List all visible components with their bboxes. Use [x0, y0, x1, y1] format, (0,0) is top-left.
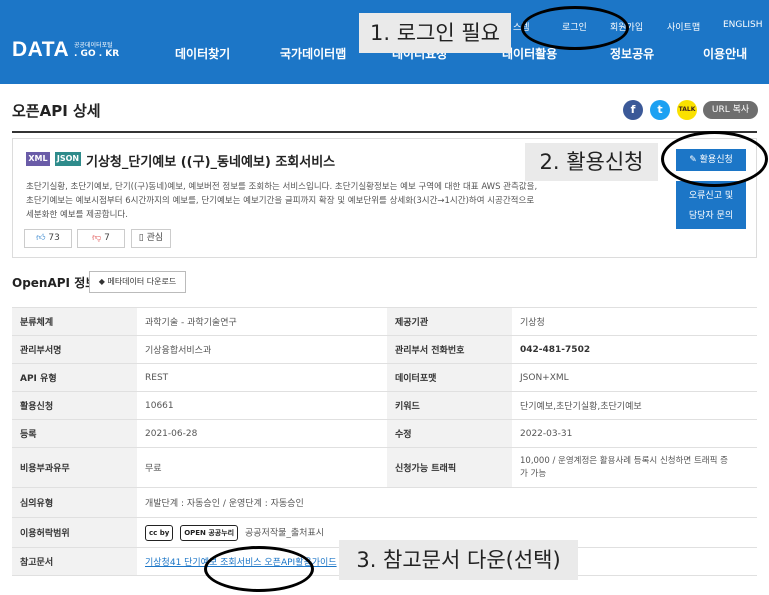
row-value: 10661	[137, 391, 387, 420]
row-value: 무료	[137, 447, 387, 488]
row-value: 2022-03-31	[512, 419, 757, 448]
open-license-icon: OPEN 공공누리	[180, 524, 239, 541]
like-count: 73	[48, 233, 60, 243]
row-label: 비용부과유무	[12, 447, 137, 488]
annotation-step-3: 3. 참고문서 다운(선택)	[339, 540, 578, 580]
title-divider	[12, 131, 757, 133]
tag-icon: ◆	[98, 277, 105, 286]
row-label: 활용신청	[12, 391, 137, 420]
row-label: API 유형	[12, 363, 137, 392]
table-row: API 유형 REST 데이터포맷 JSON+XML	[12, 363, 757, 392]
json-badge: JSON	[55, 152, 81, 166]
row-value: 과학기술 - 과학기술연구	[137, 307, 387, 336]
nav-info-share[interactable]: 정보공유	[610, 45, 654, 62]
row-value: 기상청	[512, 307, 757, 336]
row-label: 참고문서	[12, 547, 137, 576]
row-label: 신청가능 트래픽	[387, 447, 512, 488]
row-label: 데이터포맷	[387, 363, 512, 392]
row-value: 042-481-7502	[512, 335, 757, 364]
row-label: 키워드	[387, 391, 512, 420]
thumbs-down-icon: 👎︎	[92, 233, 102, 243]
report-label-line-2: 담당자 문의	[688, 211, 734, 221]
site-logo[interactable]: DATA 공공데이터포털 . GO . KR	[12, 38, 119, 62]
table-row: 관리부서명 기상융합서비스과 관리부서 전화번호 042-481-7502	[12, 335, 757, 364]
facebook-share-icon[interactable]: f	[623, 100, 643, 120]
row-value: 2021-06-28	[137, 419, 387, 448]
table-row: 비용부과유무 무료 신청가능 트래픽 10,000 / 운영계정은 활용사례 등…	[12, 447, 757, 488]
page-title: 오픈API 상세	[12, 102, 101, 120]
api-description-line-3: 세분화한 예보를 제공합니다.	[26, 210, 128, 220]
dislike-button[interactable]: 👎︎ 7	[77, 229, 125, 248]
logo-small-top: 공공데이터포털	[74, 42, 113, 49]
api-description-line-2: 초단기예보는 예보시점부터 6시간까지의 예보를, 단기예보는 예보기간을 글피…	[26, 196, 535, 206]
nav-data-search[interactable]: 데이터찾기	[175, 45, 230, 62]
url-copy-button[interactable]: URL 복사	[703, 101, 758, 119]
kakao-share-icon[interactable]: TALK	[677, 100, 697, 120]
annotation-ellipse-login	[521, 6, 629, 50]
row-label: 이용허락범위	[12, 517, 137, 548]
twitter-share-icon[interactable]: t	[650, 100, 670, 120]
row-value: REST	[137, 363, 387, 392]
api-title: 기상청_단기예보 ((구)_동네예보) 조회서비스	[86, 155, 336, 170]
row-value: 단기예보,초단기실황,초단기예보	[512, 391, 757, 420]
nav-national-data-map[interactable]: 국가데이터맵	[280, 45, 346, 62]
dislike-count: 7	[104, 233, 110, 243]
table-row: 등록 2021-06-28 수정 2022-03-31	[12, 419, 757, 448]
traffic-line-1: 10,000 / 운영계정은 활용사례 등록시 신청하면 트래픽 증	[520, 455, 728, 466]
metadata-download-label: 메타데이터 다운로드	[107, 277, 177, 286]
interest-button[interactable]: ▯ 관심	[131, 229, 171, 248]
metadata-download-button[interactable]: ◆ 메타데이터 다운로드	[89, 271, 186, 293]
license-text: 공공저작물_출처표시	[244, 528, 325, 538]
row-label: 제공기관	[387, 307, 512, 336]
annotation-ellipse-apply	[661, 131, 768, 187]
logo-small-bottom: . GO . KR	[74, 49, 120, 59]
util-link-sitemap[interactable]: 사이트맵	[667, 20, 700, 33]
nav-guide[interactable]: 이용안내	[703, 45, 747, 62]
thumbs-up-icon: 👍︎	[36, 233, 46, 243]
xml-badge: XML	[26, 152, 50, 166]
row-label: 관리부서 전화번호	[387, 335, 512, 364]
openapi-info-table: 분류체계 과학기술 - 과학기술연구 제공기관 기상청 관리부서명 기상융합서비…	[12, 307, 757, 576]
row-value: 기상융합서비스과	[137, 335, 387, 364]
row-value: JSON+XML	[512, 363, 757, 392]
row-label: 수정	[387, 419, 512, 448]
traffic-line-2: 가 가능	[520, 468, 547, 479]
row-value: 10,000 / 운영계정은 활용사례 등록시 신청하면 트래픽 증 가 가능	[512, 447, 757, 488]
row-label: 관리부서명	[12, 335, 137, 364]
row-label: 분류체계	[12, 307, 137, 336]
annotation-step-1: 1. 로그인 필요	[359, 13, 511, 53]
bookmark-icon: ▯	[138, 233, 144, 243]
table-row: 활용신청 10661 키워드 단기예보,초단기실황,초단기예보	[12, 391, 757, 420]
row-label: 심의유형	[12, 487, 137, 518]
logo-main: DATA	[12, 38, 70, 61]
util-link-english[interactable]: ENGLISH	[723, 20, 763, 30]
like-button[interactable]: 👍︎ 73	[24, 229, 72, 248]
annotation-ellipse-reference	[204, 546, 314, 592]
report-error-button[interactable]: 오류신고 및 담당자 문의	[676, 181, 746, 229]
row-value: 개발단계 : 자동승인 / 운영단계 : 자동승인	[137, 487, 757, 518]
table-row: 심의유형 개발단계 : 자동승인 / 운영단계 : 자동승인	[12, 487, 757, 518]
annotation-step-2: 2. 활용신청	[525, 143, 658, 181]
table-row: 분류체계 과학기술 - 과학기술연구 제공기관 기상청	[12, 307, 757, 336]
row-label: 등록	[12, 419, 137, 448]
openapi-section-title: OpenAPI 정보	[12, 276, 97, 290]
interest-label: 관심	[146, 233, 164, 243]
api-description-line-1: 초단기실황, 초단기예보, 단기((구)동네)예보, 예보버전 정보를 조회하는…	[26, 182, 538, 192]
cc-by-license-icon: cc by	[145, 524, 174, 541]
